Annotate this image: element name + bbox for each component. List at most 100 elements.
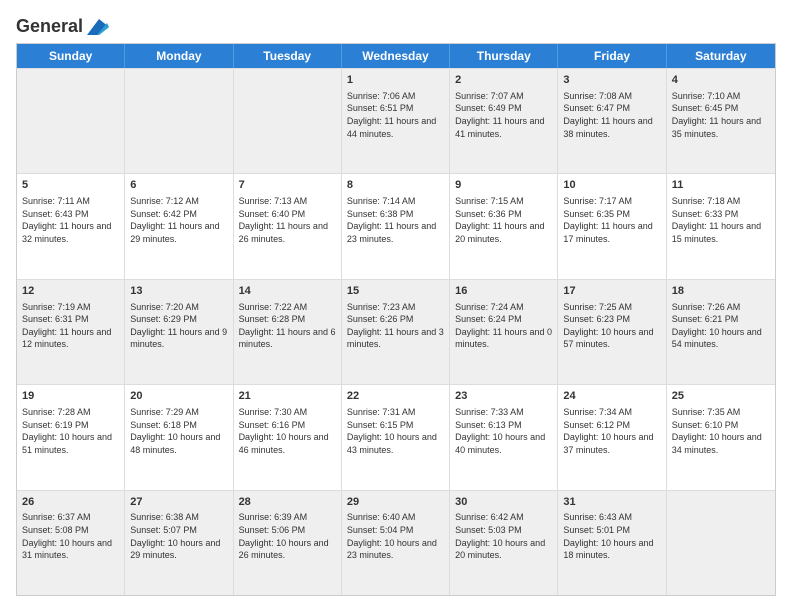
day-number: 28: [239, 495, 336, 510]
cal-cell-day-1: 1 Sunrise: 7:06 AM Sunset: 6:51 PM Daylig…: [342, 69, 450, 173]
header: General: [16, 16, 776, 33]
cell-content: Sunrise: 7:15 AM Sunset: 6:36 PM Dayligh…: [455, 195, 552, 245]
cal-cell-day-6: 6Sunrise: 7:12 AM Sunset: 6:42 PM Daylig…: [125, 174, 233, 278]
calendar-row-2: 12 Sunrise: 7:19 AM Sunset: 6:31 PM Dayli…: [17, 279, 775, 384]
cell-content: Sunrise: 7:24 AM Sunset: 6:24 PM Dayligh…: [455, 301, 552, 351]
day-number: 2: [455, 73, 552, 88]
cal-cell-empty: [667, 491, 775, 595]
cal-cell-day-25: 25 Sunrise: 7:35 AM Sunset: 6:10 PM Dayli…: [667, 385, 775, 489]
cell-content: Sunrise: 6:39 AM Sunset: 5:06 PM Dayligh…: [239, 511, 336, 561]
cell-content: Sunrise: 6:40 AM Sunset: 5:04 PM Dayligh…: [347, 511, 444, 561]
day-number: 22: [347, 389, 444, 404]
day-number: 16: [455, 284, 552, 299]
cell-content: Sunrise: 7:06 AM Sunset: 6:51 PM Dayligh…: [347, 90, 444, 140]
cal-cell-day-20: 20 Sunrise: 7:29 AM Sunset: 6:18 PM Dayli…: [125, 385, 233, 489]
day-number: 3: [563, 73, 660, 88]
cell-content: Sunrise: 7:07 AM Sunset: 6:49 PM Dayligh…: [455, 90, 552, 140]
cal-cell-day-12: 12 Sunrise: 7:19 AM Sunset: 6:31 PM Dayli…: [17, 280, 125, 384]
cal-cell-day-27: 27Sunrise: 6:38 AM Sunset: 5:07 PM Dayli…: [125, 491, 233, 595]
cal-cell-day-8: 8 Sunrise: 7:14 AM Sunset: 6:38 PM Daylig…: [342, 174, 450, 278]
cal-cell-day-17: 17 Sunrise: 7:25 AM Sunset: 6:23 PM Dayli…: [558, 280, 666, 384]
cell-content: Sunrise: 7:13 AM Sunset: 6:40 PM Dayligh…: [239, 195, 336, 245]
day-number: 25: [672, 389, 770, 404]
day-number: 1: [347, 73, 444, 88]
cell-content: Sunrise: 7:19 AM Sunset: 6:31 PM Dayligh…: [22, 301, 119, 351]
calendar-header: SundayMondayTuesdayWednesdayThursdayFrid…: [17, 44, 775, 68]
cal-cell-empty: [125, 69, 233, 173]
cal-cell-day-2: 2 Sunrise: 7:07 AM Sunset: 6:49 PM Daylig…: [450, 69, 558, 173]
weekday-header-monday: Monday: [125, 44, 233, 68]
calendar-row-4: 26Sunrise: 6:37 AM Sunset: 5:08 PM Dayli…: [17, 490, 775, 595]
day-number: 20: [130, 389, 227, 404]
calendar-row-3: 19 Sunrise: 7:28 AM Sunset: 6:19 PM Dayli…: [17, 384, 775, 489]
day-number: 9: [455, 178, 552, 193]
day-number: 31: [563, 495, 660, 510]
cell-content: Sunrise: 6:42 AM Sunset: 5:03 PM Dayligh…: [455, 511, 552, 561]
cal-cell-day-3: 3Sunrise: 7:08 AM Sunset: 6:47 PM Daylig…: [558, 69, 666, 173]
day-number: 12: [22, 284, 119, 299]
cell-content: Sunrise: 6:37 AM Sunset: 5:08 PM Dayligh…: [22, 511, 119, 561]
cell-content: Sunrise: 7:22 AM Sunset: 6:28 PM Dayligh…: [239, 301, 336, 351]
cal-cell-day-5: 5Sunrise: 7:11 AM Sunset: 6:43 PM Daylig…: [17, 174, 125, 278]
day-number: 4: [672, 73, 770, 88]
cal-cell-day-24: 24 Sunrise: 7:34 AM Sunset: 6:12 PM Dayli…: [558, 385, 666, 489]
cal-cell-day-23: 23 Sunrise: 7:33 AM Sunset: 6:13 PM Dayli…: [450, 385, 558, 489]
cal-cell-day-30: 30Sunrise: 6:42 AM Sunset: 5:03 PM Dayli…: [450, 491, 558, 595]
cell-content: Sunrise: 7:29 AM Sunset: 6:18 PM Dayligh…: [130, 406, 227, 456]
weekday-header-friday: Friday: [558, 44, 666, 68]
cell-content: Sunrise: 7:23 AM Sunset: 6:26 PM Dayligh…: [347, 301, 444, 351]
cell-content: Sunrise: 7:35 AM Sunset: 6:10 PM Dayligh…: [672, 406, 770, 456]
cell-content: Sunrise: 7:18 AM Sunset: 6:33 PM Dayligh…: [672, 195, 770, 245]
day-number: 13: [130, 284, 227, 299]
cell-content: Sunrise: 7:28 AM Sunset: 6:19 PM Dayligh…: [22, 406, 119, 456]
cal-cell-day-16: 16 Sunrise: 7:24 AM Sunset: 6:24 PM Dayli…: [450, 280, 558, 384]
cell-content: Sunrise: 7:20 AM Sunset: 6:29 PM Dayligh…: [130, 301, 227, 351]
day-number: 29: [347, 495, 444, 510]
cal-cell-day-9: 9 Sunrise: 7:15 AM Sunset: 6:36 PM Daylig…: [450, 174, 558, 278]
cal-cell-day-7: 7 Sunrise: 7:13 AM Sunset: 6:40 PM Daylig…: [234, 174, 342, 278]
cell-content: Sunrise: 7:14 AM Sunset: 6:38 PM Dayligh…: [347, 195, 444, 245]
day-number: 30: [455, 495, 552, 510]
day-number: 5: [22, 178, 119, 193]
day-number: 8: [347, 178, 444, 193]
cal-cell-empty: [17, 69, 125, 173]
day-number: 10: [563, 178, 660, 193]
calendar: SundayMondayTuesdayWednesdayThursdayFrid…: [16, 43, 776, 596]
cal-cell-day-15: 15Sunrise: 7:23 AM Sunset: 6:26 PM Dayli…: [342, 280, 450, 384]
day-number: 23: [455, 389, 552, 404]
day-number: 17: [563, 284, 660, 299]
day-number: 19: [22, 389, 119, 404]
cal-cell-day-28: 28Sunrise: 6:39 AM Sunset: 5:06 PM Dayli…: [234, 491, 342, 595]
day-number: 6: [130, 178, 227, 193]
weekday-header-wednesday: Wednesday: [342, 44, 450, 68]
cal-cell-day-31: 31Sunrise: 6:43 AM Sunset: 5:01 PM Dayli…: [558, 491, 666, 595]
calendar-row-1: 5Sunrise: 7:11 AM Sunset: 6:43 PM Daylig…: [17, 173, 775, 278]
cell-content: Sunrise: 7:17 AM Sunset: 6:35 PM Dayligh…: [563, 195, 660, 245]
weekday-header-tuesday: Tuesday: [234, 44, 342, 68]
cell-content: Sunrise: 7:31 AM Sunset: 6:15 PM Dayligh…: [347, 406, 444, 456]
cal-cell-day-10: 10 Sunrise: 7:17 AM Sunset: 6:35 PM Dayli…: [558, 174, 666, 278]
cell-content: Sunrise: 7:30 AM Sunset: 6:16 PM Dayligh…: [239, 406, 336, 456]
cell-content: Sunrise: 7:34 AM Sunset: 6:12 PM Dayligh…: [563, 406, 660, 456]
logo-icon: [87, 19, 109, 35]
logo-text-general: General: [16, 16, 83, 37]
day-number: 24: [563, 389, 660, 404]
cell-content: Sunrise: 7:26 AM Sunset: 6:21 PM Dayligh…: [672, 301, 770, 351]
cell-content: Sunrise: 6:38 AM Sunset: 5:07 PM Dayligh…: [130, 511, 227, 561]
cal-cell-day-26: 26Sunrise: 6:37 AM Sunset: 5:08 PM Dayli…: [17, 491, 125, 595]
page: General SundayMondayTuesdayWednesdayThur…: [0, 0, 792, 612]
cell-content: Sunrise: 7:25 AM Sunset: 6:23 PM Dayligh…: [563, 301, 660, 351]
day-number: 11: [672, 178, 770, 193]
day-number: 26: [22, 495, 119, 510]
cell-content: Sunrise: 6:43 AM Sunset: 5:01 PM Dayligh…: [563, 511, 660, 561]
cal-cell-day-11: 11 Sunrise: 7:18 AM Sunset: 6:33 PM Dayli…: [667, 174, 775, 278]
cell-content: Sunrise: 7:33 AM Sunset: 6:13 PM Dayligh…: [455, 406, 552, 456]
cal-cell-day-22: 22 Sunrise: 7:31 AM Sunset: 6:15 PM Dayli…: [342, 385, 450, 489]
calendar-row-0: 1 Sunrise: 7:06 AM Sunset: 6:51 PM Daylig…: [17, 68, 775, 173]
cal-cell-day-18: 18Sunrise: 7:26 AM Sunset: 6:21 PM Dayli…: [667, 280, 775, 384]
day-number: 7: [239, 178, 336, 193]
cal-cell-empty: [234, 69, 342, 173]
weekday-header-thursday: Thursday: [450, 44, 558, 68]
cal-cell-day-21: 21Sunrise: 7:30 AM Sunset: 6:16 PM Dayli…: [234, 385, 342, 489]
cal-cell-day-19: 19 Sunrise: 7:28 AM Sunset: 6:19 PM Dayli…: [17, 385, 125, 489]
